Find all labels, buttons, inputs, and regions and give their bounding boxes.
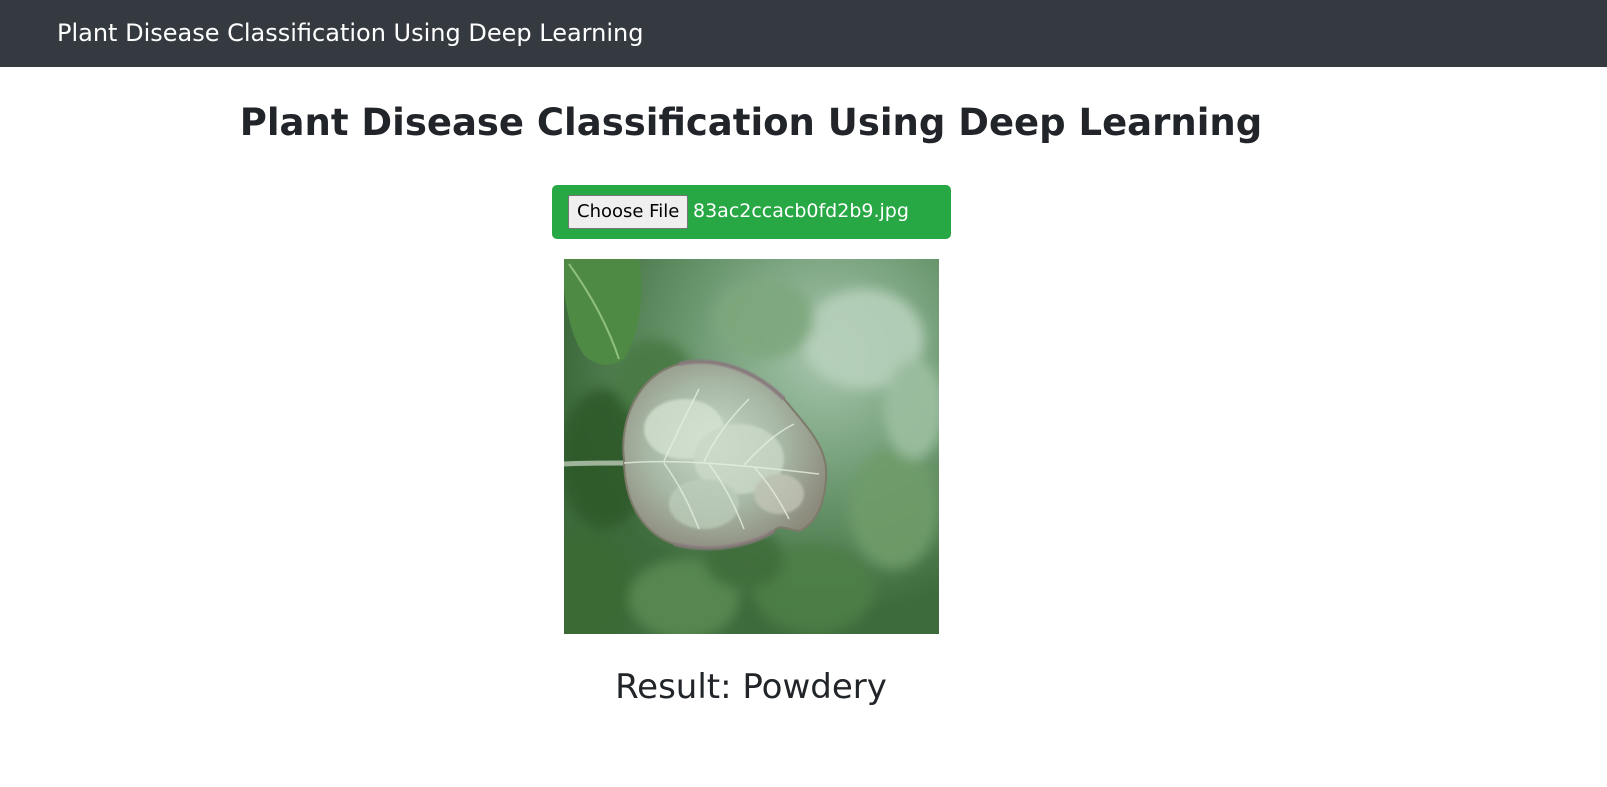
navbar: Plant Disease Classification Using Deep … <box>0 0 1607 67</box>
selected-file-name: 83ac2ccacb0fd2b9.jpg <box>693 200 909 222</box>
page-title: Plant Disease Classification Using Deep … <box>239 101 1263 144</box>
file-upload-box[interactable]: Choose File 83ac2ccacb0fd2b9.jpg <box>552 185 951 239</box>
choose-file-button[interactable]: Choose File <box>568 195 689 229</box>
classification-result: Result: Powdery <box>615 667 887 707</box>
uploaded-leaf-image <box>564 259 939 634</box>
navbar-brand[interactable]: Plant Disease Classification Using Deep … <box>57 18 643 48</box>
